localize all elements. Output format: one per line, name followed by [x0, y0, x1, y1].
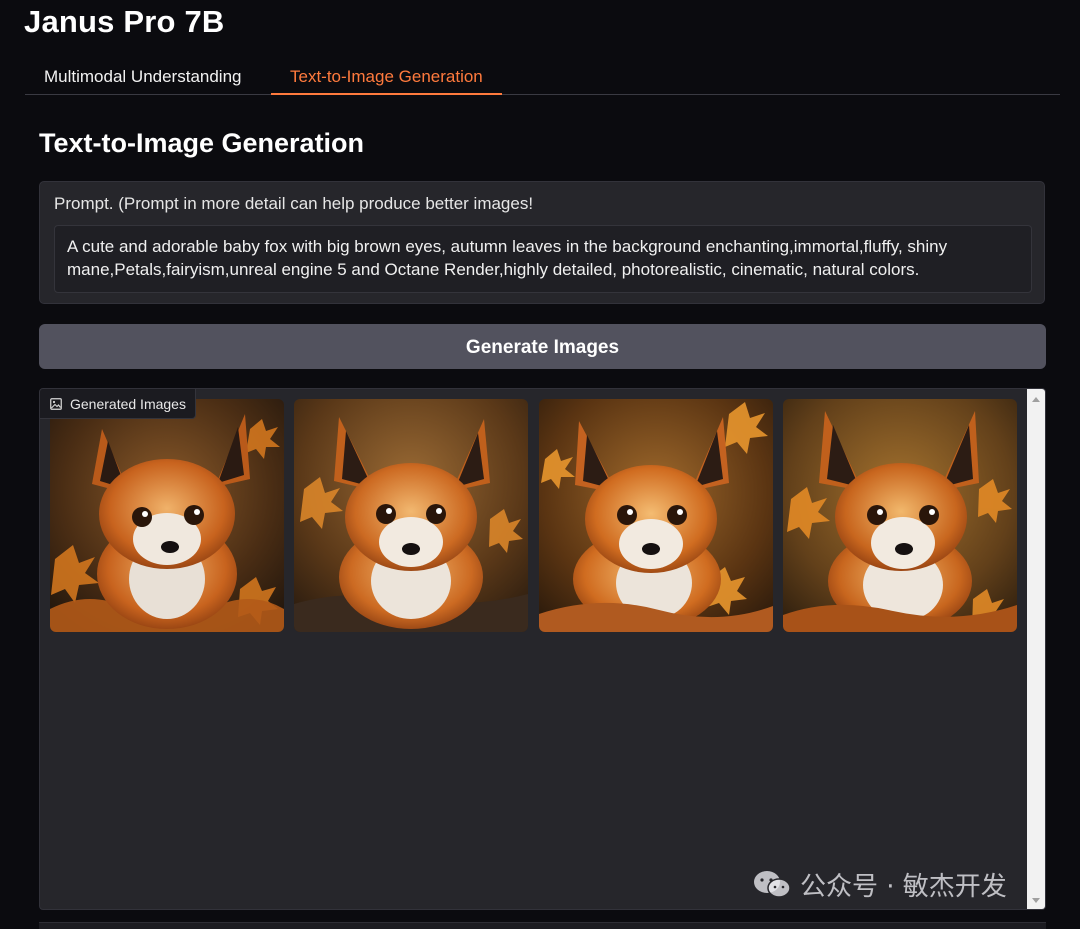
gallery-label: Generated Images — [40, 389, 196, 419]
generated-images-gallery: Generated Images — [39, 388, 1046, 910]
generated-image-3[interactable] — [539, 399, 773, 632]
bottom-panel-edge — [39, 922, 1046, 929]
app-title: Janus Pro 7B — [24, 4, 225, 39]
generated-image-4[interactable] — [783, 399, 1017, 632]
gallery-scrollbar[interactable] — [1027, 389, 1045, 909]
section-title: Text-to-Image Generation — [39, 128, 365, 158]
prompt-label: Prompt. (Prompt in more detail can help … — [54, 194, 534, 213]
generate-images-button[interactable]: Generate Images — [39, 324, 1046, 369]
tab-multimodal-understanding[interactable]: Multimodal Understanding — [25, 60, 261, 94]
generated-image-2[interactable] — [294, 399, 528, 632]
prompt-card: Prompt. (Prompt in more detail can help … — [39, 181, 1045, 304]
generated-image-1[interactable] — [50, 399, 284, 632]
tab-text-to-image-generation[interactable]: Text-to-Image Generation — [271, 60, 502, 95]
tab-bar: Multimodal Understanding Text-to-Image G… — [25, 60, 1060, 95]
scroll-down-arrow-icon[interactable] — [1032, 898, 1040, 903]
image-icon — [50, 397, 62, 410]
prompt-textarea[interactable]: A cute and adorable baby fox with big br… — [54, 225, 1032, 293]
app-page: Janus Pro 7B Multimodal Understanding Te… — [0, 0, 1080, 929]
gallery-label-text: Generated Images — [70, 395, 186, 412]
scroll-up-arrow-icon[interactable] — [1032, 397, 1040, 402]
